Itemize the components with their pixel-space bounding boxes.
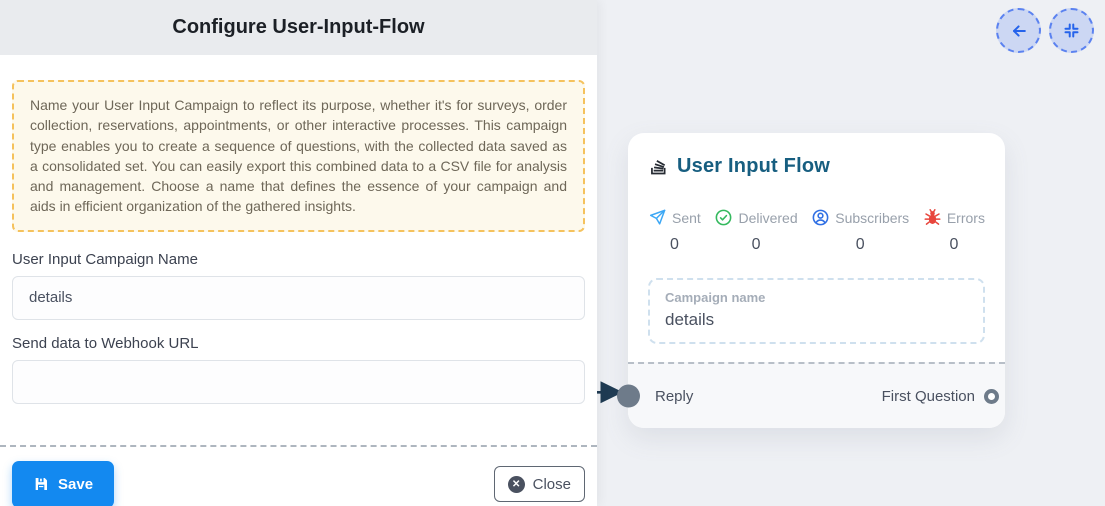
- close-x-icon: ✕: [508, 476, 525, 493]
- panel-body: Name your User Input Campaign to reflect…: [0, 55, 597, 506]
- webhook-url-input[interactable]: [12, 360, 585, 404]
- first-question-label: First Question: [882, 388, 975, 405]
- app-root: User Input Flow Sent 0: [0, 0, 1105, 506]
- user-circle-icon: [811, 208, 830, 227]
- panel-header: Configure User-Input-Flow: [0, 0, 597, 55]
- stat-label: Delivered: [738, 210, 797, 226]
- campaign-name-box[interactable]: Campaign name details: [648, 278, 985, 344]
- stat-value: 0: [949, 236, 958, 254]
- stat-value: 0: [670, 236, 679, 254]
- stat-value: 0: [752, 236, 761, 254]
- configure-panel: Configure User-Input-Flow Name your User…: [0, 0, 597, 506]
- compress-arrows-icon: [1063, 22, 1080, 39]
- close-button-label: Close: [533, 476, 571, 493]
- save-floppy-icon: [33, 476, 49, 492]
- close-button[interactable]: ✕ Close: [494, 466, 585, 502]
- stat-subscribers: Subscribers 0: [811, 208, 909, 254]
- stat-delivered: Delivered 0: [714, 208, 797, 254]
- campaign-name-input[interactable]: [12, 276, 585, 320]
- bug-icon: [923, 208, 942, 227]
- arrow-left-icon: [1009, 21, 1029, 41]
- reply-label: Reply: [655, 388, 693, 405]
- stat-sent: Sent 0: [648, 208, 701, 254]
- compress-button[interactable]: [1049, 8, 1094, 53]
- paper-plane-icon: [648, 208, 667, 227]
- info-box: Name your User Input Campaign to reflect…: [12, 80, 585, 232]
- node-body: User Input Flow Sent 0: [628, 133, 1005, 362]
- campaign-name-field-label: User Input Campaign Name: [12, 251, 585, 268]
- stat-label: Subscribers: [835, 210, 909, 226]
- webhook-url-field-label: Send data to Webhook URL: [12, 335, 585, 352]
- first-question-connection-handle[interactable]: [984, 389, 999, 404]
- node-title-row: User Input Flow: [648, 155, 985, 178]
- check-circle-icon: [714, 208, 733, 227]
- stack-icon: [648, 156, 669, 177]
- node-stats: Sent 0 Delivered: [648, 208, 985, 254]
- campaign-name-value: details: [665, 310, 968, 330]
- stat-label: Errors: [947, 210, 985, 226]
- user-input-flow-node[interactable]: User Input Flow Sent 0: [628, 133, 1005, 428]
- back-button[interactable]: [996, 8, 1041, 53]
- stat-errors: Errors 0: [923, 208, 985, 254]
- stat-value: 0: [856, 236, 865, 254]
- reply-connection-handle[interactable]: [617, 385, 640, 408]
- save-button-label: Save: [58, 476, 93, 493]
- first-question-group: First Question: [882, 388, 997, 405]
- panel-title: Configure User-Input-Flow: [172, 16, 424, 39]
- node-title: User Input Flow: [677, 155, 830, 178]
- stat-label: Sent: [672, 210, 701, 226]
- node-footer: Reply First Question: [628, 362, 1005, 428]
- campaign-name-label: Campaign name: [665, 290, 968, 305]
- actions-row: Save ✕ Close: [12, 447, 585, 506]
- save-button[interactable]: Save: [12, 461, 114, 506]
